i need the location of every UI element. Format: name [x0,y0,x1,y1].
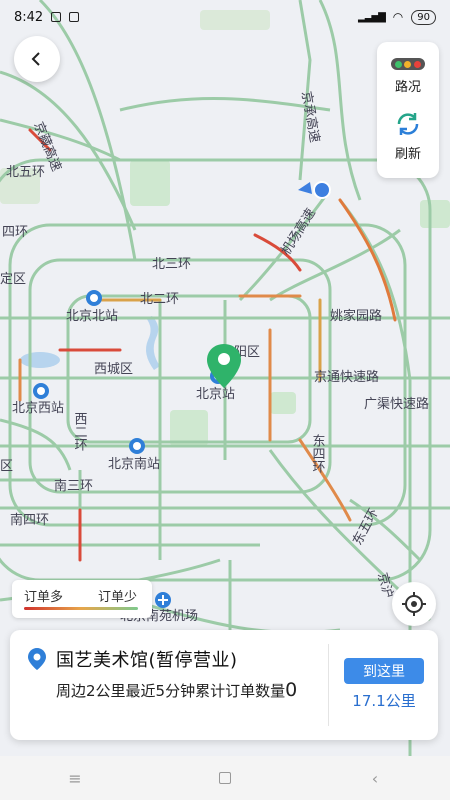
nav-back-button[interactable]: ‹ [345,769,405,788]
card-divider [328,644,329,726]
station-icon [33,383,49,399]
map-label-district-left: 区 [0,458,13,473]
map-label-yaojia: 姚家园路 [330,308,382,323]
map-label-guangqu: 广渠快速路 [364,396,429,411]
map-label-w2: 西二环 [73,412,88,451]
venue-title: 国艺美术馆(暂停营业) [56,650,238,671]
station-icon [86,290,102,306]
legend-few-label: 订单少 [98,590,138,605]
map-label-e4: 东四环 [311,434,326,473]
map-label-n3: 北三环 [152,256,191,271]
map-label-n5: 北五环 [6,164,45,179]
map-label-station-north: 北京北站 [66,308,118,323]
map-label-station-south: 北京南站 [108,456,160,471]
traffic-label: 路况 [394,80,421,95]
refresh-button[interactable]: 刷新 [394,111,422,162]
signal-icon: ▂▃▅▇ [358,11,386,23]
wifi-icon: ◠ [392,10,404,24]
traffic-light-icon [391,58,425,70]
crosshair-icon [402,592,426,616]
map-label-xicheng: 西城区 [94,361,133,376]
notification-icon [69,12,80,22]
nav-menu-button[interactable]: ≡ [45,769,105,788]
map-label-4w: 四环 [2,224,28,239]
airport-icon [155,592,171,608]
refresh-label: 刷新 [394,147,421,162]
station-icon [129,438,145,454]
chevron-left-icon [31,52,40,66]
navigate-here-button[interactable]: 到这里 [344,658,424,684]
map-label-yongding: 定区 [0,271,26,286]
venue-description: 周边2公里最近5分钟累计订单数量0 [56,678,324,703]
order-density-legend: 订单多 订单少 [12,580,152,618]
order-count-value: 0 [285,679,298,701]
legend-gradient-bar [24,607,138,610]
distance-value: 17.1公里 [352,692,416,710]
map-label-n2: 北二环 [140,291,179,306]
traffic-toggle-button[interactable]: 路况 [391,58,425,95]
status-time: 8:42 [14,9,44,25]
notification-icon [51,12,62,22]
locate-me-button[interactable] [392,582,436,626]
nav-home-button[interactable] [195,769,255,788]
order-count-description: 周边2公里最近5分钟累计订单数量 [56,682,286,700]
map-label-jingtong: 京通快速路 [314,369,379,384]
location-pin-icon [28,648,46,670]
system-nav-bar: ≡ ‹ [0,756,450,800]
home-icon [219,771,231,784]
back-button[interactable] [14,36,60,82]
legend-many-label: 订单多 [24,590,64,605]
battery-icon: 90 [411,9,436,25]
map-label-station-west: 北京西站 [12,400,64,415]
venue-info-card: 国艺美术馆(暂停营业) 周边2公里最近5分钟累计订单数量0 到这里 17.1公里 [10,630,438,740]
status-bar: 8:42 ▂▃▅▇ ◠ 90 [0,0,450,34]
map-label-station-beijing: 北京站 [196,386,235,401]
refresh-icon [397,113,419,135]
map-controls-panel: 路况 刷新 [377,42,439,178]
map-label-s3: 南三环 [54,478,93,493]
map-label-s4: 南四环 [10,512,49,527]
